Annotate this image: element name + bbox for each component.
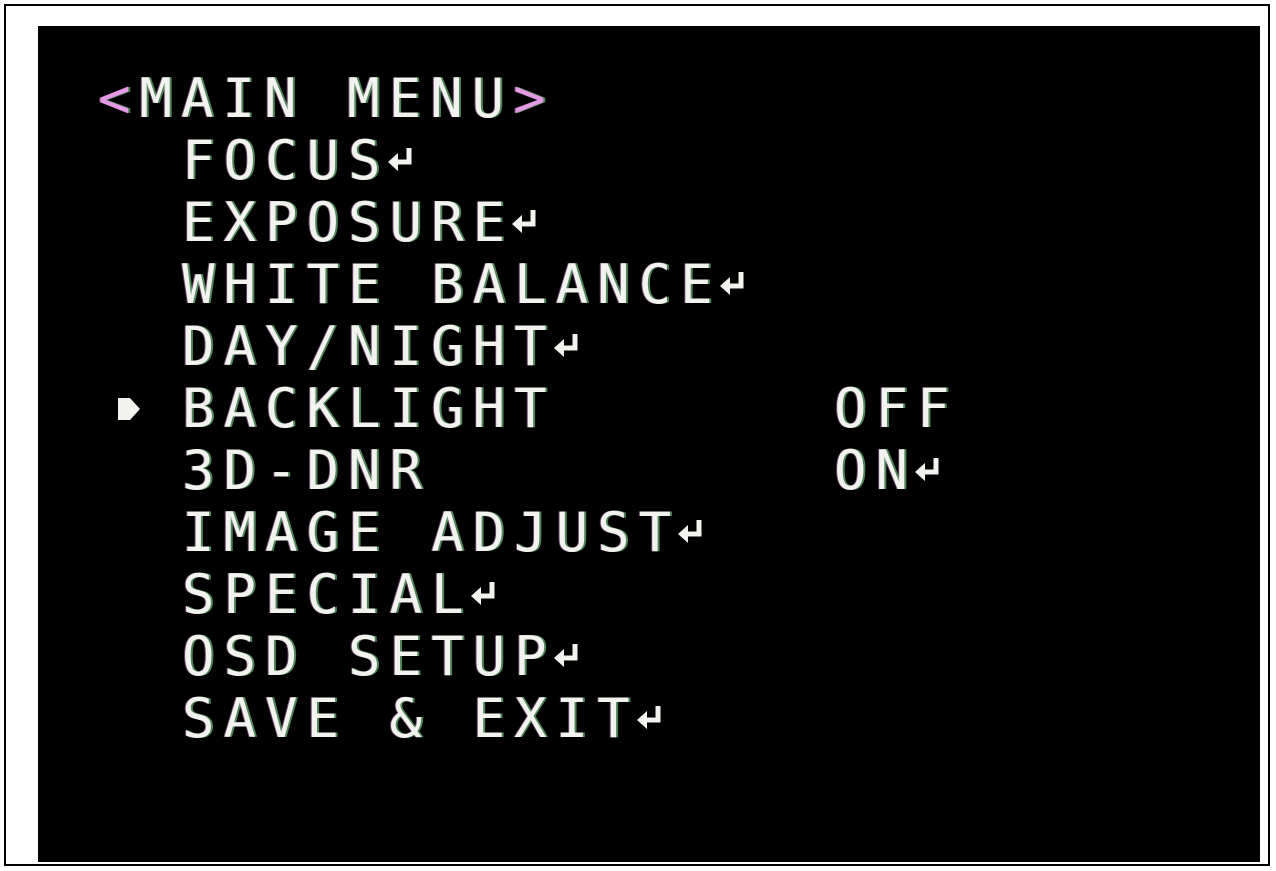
menu-item-focus[interactable]: FOCUS <box>38 130 1260 192</box>
osd-screen: <MAIN MENU> FOCUS EXPOSURE WHITE BALANCE… <box>38 26 1260 862</box>
menu-title-text: MAIN MENU <box>139 67 514 130</box>
menu-item-save-exit[interactable]: SAVE & EXIT <box>38 688 1260 750</box>
menu-item-label: FOCUS <box>182 130 416 192</box>
menu-item-label: OSD SETUP <box>182 626 582 688</box>
osd-main-menu: <MAIN MENU> FOCUS EXPOSURE WHITE BALANCE… <box>38 26 1260 862</box>
menu-item-label: BACKLIGHT <box>182 378 556 440</box>
enter-arrow-icon <box>469 579 499 609</box>
menu-item-day-night[interactable]: DAY/NIGHT <box>38 316 1260 378</box>
menu-item-text: SPECIAL <box>182 563 473 626</box>
menu-item-white-balance[interactable]: WHITE BALANCE <box>38 254 1260 316</box>
menu-item-3d-dnr[interactable]: 3D-DNR ON <box>38 440 1260 502</box>
enter-arrow-icon <box>676 517 706 547</box>
menu-item-text: OSD SETUP <box>182 625 556 688</box>
menu-item-image-adjust[interactable]: IMAGE ADJUST <box>38 502 1260 564</box>
enter-arrow-icon <box>510 207 540 237</box>
menu-item-label: SPECIAL <box>182 564 499 626</box>
enter-arrow-icon <box>386 145 416 175</box>
image-frame: <MAIN MENU> FOCUS EXPOSURE WHITE BALANCE… <box>4 4 1270 866</box>
menu-item-text: BACKLIGHT <box>182 377 556 440</box>
menu-item-text: 3D-DNR <box>182 439 432 502</box>
menu-item-value: OFF <box>834 377 959 440</box>
enter-arrow-icon <box>913 455 943 485</box>
menu-item-label: EXPOSURE <box>182 192 540 254</box>
menu-item-value-text: ON <box>834 439 918 502</box>
menu-item-exposure[interactable]: EXPOSURE <box>38 192 1260 254</box>
enter-arrow-icon <box>552 331 582 361</box>
menu-title: <MAIN MENU> <box>98 68 555 130</box>
menu-item-label: SAVE & EXIT <box>182 688 665 750</box>
menu-item-text: SAVE & EXIT <box>182 687 639 750</box>
menu-item-label: WHITE BALANCE <box>182 254 748 316</box>
menu-item-text: EXPOSURE <box>182 191 515 254</box>
menu-item-label: DAY/NIGHT <box>182 316 582 378</box>
menu-item-osd-setup[interactable]: OSD SETUP <box>38 626 1260 688</box>
menu-item-text: DAY/NIGHT <box>182 315 556 378</box>
menu-title-close-bracket: > <box>513 67 555 130</box>
menu-item-text: WHITE BALANCE <box>182 253 722 316</box>
menu-item-value: ON <box>834 440 943 502</box>
enter-arrow-icon <box>718 269 748 299</box>
menu-item-text: IMAGE ADJUST <box>182 501 681 564</box>
menu-item-special[interactable]: SPECIAL <box>38 564 1260 626</box>
menu-item-label: 3D-DNR <box>182 440 431 502</box>
menu-title-open-bracket: < <box>98 67 140 130</box>
menu-item-label: IMAGE ADJUST <box>182 502 706 564</box>
menu-item-backlight[interactable]: BACKLIGHT OFF <box>38 378 1260 440</box>
enter-arrow-icon <box>552 641 582 671</box>
cursor-triangle-icon <box>116 396 142 422</box>
menu-item-text: FOCUS <box>182 129 390 192</box>
enter-arrow-icon <box>635 703 665 733</box>
